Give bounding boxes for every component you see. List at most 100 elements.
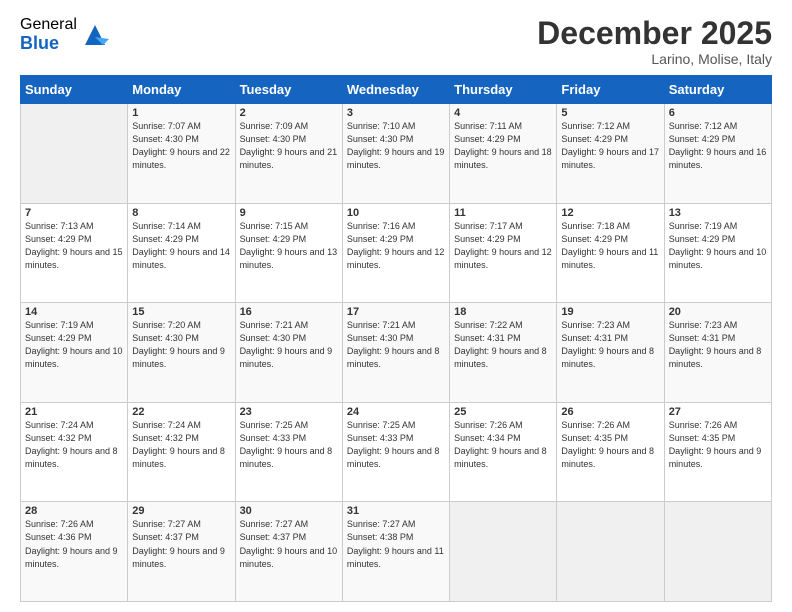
table-row: 24Sunrise: 7:25 AMSunset: 4:33 PMDayligh… xyxy=(342,402,449,502)
day-info: Sunrise: 7:24 AMSunset: 4:32 PMDaylight:… xyxy=(25,419,123,471)
table-row: 8Sunrise: 7:14 AMSunset: 4:29 PMDaylight… xyxy=(128,203,235,303)
day-info: Sunrise: 7:27 AMSunset: 4:37 PMDaylight:… xyxy=(132,518,230,570)
day-info: Sunrise: 7:21 AMSunset: 4:30 PMDaylight:… xyxy=(240,319,338,371)
table-row: 7Sunrise: 7:13 AMSunset: 4:29 PMDaylight… xyxy=(21,203,128,303)
day-number: 31 xyxy=(347,505,445,517)
day-number: 7 xyxy=(25,207,123,219)
day-info: Sunrise: 7:07 AMSunset: 4:30 PMDaylight:… xyxy=(132,120,230,172)
month-title: December 2025 xyxy=(537,16,772,51)
day-info: Sunrise: 7:27 AMSunset: 4:38 PMDaylight:… xyxy=(347,518,445,570)
logo: General Blue xyxy=(20,16,109,53)
day-info: Sunrise: 7:14 AMSunset: 4:29 PMDaylight:… xyxy=(132,220,230,272)
day-number: 29 xyxy=(132,505,230,517)
table-row xyxy=(21,104,128,204)
table-row: 5Sunrise: 7:12 AMSunset: 4:29 PMDaylight… xyxy=(557,104,664,204)
calendar-table: SundayMondayTuesdayWednesdayThursdayFrid… xyxy=(20,75,772,602)
table-row: 4Sunrise: 7:11 AMSunset: 4:29 PMDaylight… xyxy=(450,104,557,204)
logo-icon xyxy=(81,21,109,49)
day-info: Sunrise: 7:16 AMSunset: 4:29 PMDaylight:… xyxy=(347,220,445,272)
table-row: 29Sunrise: 7:27 AMSunset: 4:37 PMDayligh… xyxy=(128,502,235,602)
day-info: Sunrise: 7:19 AMSunset: 4:29 PMDaylight:… xyxy=(25,319,123,371)
day-info: Sunrise: 7:19 AMSunset: 4:29 PMDaylight:… xyxy=(669,220,767,272)
day-number: 17 xyxy=(347,306,445,318)
table-row: 31Sunrise: 7:27 AMSunset: 4:38 PMDayligh… xyxy=(342,502,449,602)
logo-blue: Blue xyxy=(20,34,77,54)
day-info: Sunrise: 7:13 AMSunset: 4:29 PMDaylight:… xyxy=(25,220,123,272)
location: Larino, Molise, Italy xyxy=(537,51,772,67)
table-row xyxy=(450,502,557,602)
col-header-wednesday: Wednesday xyxy=(342,76,449,104)
day-info: Sunrise: 7:10 AMSunset: 4:30 PMDaylight:… xyxy=(347,120,445,172)
day-number: 6 xyxy=(669,107,767,119)
table-row: 16Sunrise: 7:21 AMSunset: 4:30 PMDayligh… xyxy=(235,303,342,403)
day-number: 19 xyxy=(561,306,659,318)
day-info: Sunrise: 7:15 AMSunset: 4:29 PMDaylight:… xyxy=(240,220,338,272)
table-row: 2Sunrise: 7:09 AMSunset: 4:30 PMDaylight… xyxy=(235,104,342,204)
page: General Blue December 2025 Larino, Molis… xyxy=(0,0,792,612)
table-row: 26Sunrise: 7:26 AMSunset: 4:35 PMDayligh… xyxy=(557,402,664,502)
day-number: 3 xyxy=(347,107,445,119)
col-header-saturday: Saturday xyxy=(664,76,771,104)
col-header-friday: Friday xyxy=(557,76,664,104)
table-row: 23Sunrise: 7:25 AMSunset: 4:33 PMDayligh… xyxy=(235,402,342,502)
day-number: 26 xyxy=(561,406,659,418)
day-info: Sunrise: 7:20 AMSunset: 4:30 PMDaylight:… xyxy=(132,319,230,371)
table-row xyxy=(664,502,771,602)
day-info: Sunrise: 7:11 AMSunset: 4:29 PMDaylight:… xyxy=(454,120,552,172)
table-row: 21Sunrise: 7:24 AMSunset: 4:32 PMDayligh… xyxy=(21,402,128,502)
col-header-monday: Monday xyxy=(128,76,235,104)
table-row: 27Sunrise: 7:26 AMSunset: 4:35 PMDayligh… xyxy=(664,402,771,502)
day-number: 5 xyxy=(561,107,659,119)
day-number: 11 xyxy=(454,207,552,219)
day-info: Sunrise: 7:23 AMSunset: 4:31 PMDaylight:… xyxy=(669,319,767,371)
day-info: Sunrise: 7:27 AMSunset: 4:37 PMDaylight:… xyxy=(240,518,338,570)
table-row: 11Sunrise: 7:17 AMSunset: 4:29 PMDayligh… xyxy=(450,203,557,303)
day-info: Sunrise: 7:22 AMSunset: 4:31 PMDaylight:… xyxy=(454,319,552,371)
table-row: 13Sunrise: 7:19 AMSunset: 4:29 PMDayligh… xyxy=(664,203,771,303)
table-row: 20Sunrise: 7:23 AMSunset: 4:31 PMDayligh… xyxy=(664,303,771,403)
col-header-sunday: Sunday xyxy=(21,76,128,104)
day-info: Sunrise: 7:12 AMSunset: 4:29 PMDaylight:… xyxy=(669,120,767,172)
day-info: Sunrise: 7:25 AMSunset: 4:33 PMDaylight:… xyxy=(347,419,445,471)
day-number: 23 xyxy=(240,406,338,418)
day-number: 1 xyxy=(132,107,230,119)
day-number: 9 xyxy=(240,207,338,219)
day-number: 24 xyxy=(347,406,445,418)
logo-general: General xyxy=(20,16,77,34)
table-row: 14Sunrise: 7:19 AMSunset: 4:29 PMDayligh… xyxy=(21,303,128,403)
day-info: Sunrise: 7:25 AMSunset: 4:33 PMDaylight:… xyxy=(240,419,338,471)
day-number: 10 xyxy=(347,207,445,219)
day-number: 15 xyxy=(132,306,230,318)
table-row: 17Sunrise: 7:21 AMSunset: 4:30 PMDayligh… xyxy=(342,303,449,403)
day-number: 2 xyxy=(240,107,338,119)
day-info: Sunrise: 7:24 AMSunset: 4:32 PMDaylight:… xyxy=(132,419,230,471)
logo-text: General Blue xyxy=(20,16,77,53)
col-header-tuesday: Tuesday xyxy=(235,76,342,104)
day-number: 28 xyxy=(25,505,123,517)
day-number: 27 xyxy=(669,406,767,418)
table-row: 18Sunrise: 7:22 AMSunset: 4:31 PMDayligh… xyxy=(450,303,557,403)
table-row: 19Sunrise: 7:23 AMSunset: 4:31 PMDayligh… xyxy=(557,303,664,403)
table-row: 1Sunrise: 7:07 AMSunset: 4:30 PMDaylight… xyxy=(128,104,235,204)
day-info: Sunrise: 7:26 AMSunset: 4:36 PMDaylight:… xyxy=(25,518,123,570)
day-info: Sunrise: 7:17 AMSunset: 4:29 PMDaylight:… xyxy=(454,220,552,272)
day-info: Sunrise: 7:21 AMSunset: 4:30 PMDaylight:… xyxy=(347,319,445,371)
table-row: 3Sunrise: 7:10 AMSunset: 4:30 PMDaylight… xyxy=(342,104,449,204)
table-row: 10Sunrise: 7:16 AMSunset: 4:29 PMDayligh… xyxy=(342,203,449,303)
day-info: Sunrise: 7:23 AMSunset: 4:31 PMDaylight:… xyxy=(561,319,659,371)
table-row xyxy=(557,502,664,602)
day-number: 30 xyxy=(240,505,338,517)
day-info: Sunrise: 7:26 AMSunset: 4:34 PMDaylight:… xyxy=(454,419,552,471)
table-row: 30Sunrise: 7:27 AMSunset: 4:37 PMDayligh… xyxy=(235,502,342,602)
table-row: 15Sunrise: 7:20 AMSunset: 4:30 PMDayligh… xyxy=(128,303,235,403)
day-number: 14 xyxy=(25,306,123,318)
col-header-thursday: Thursday xyxy=(450,76,557,104)
day-number: 22 xyxy=(132,406,230,418)
day-info: Sunrise: 7:12 AMSunset: 4:29 PMDaylight:… xyxy=(561,120,659,172)
day-number: 4 xyxy=(454,107,552,119)
day-number: 8 xyxy=(132,207,230,219)
header: General Blue December 2025 Larino, Molis… xyxy=(20,16,772,67)
day-number: 20 xyxy=(669,306,767,318)
day-number: 13 xyxy=(669,207,767,219)
table-row: 6Sunrise: 7:12 AMSunset: 4:29 PMDaylight… xyxy=(664,104,771,204)
